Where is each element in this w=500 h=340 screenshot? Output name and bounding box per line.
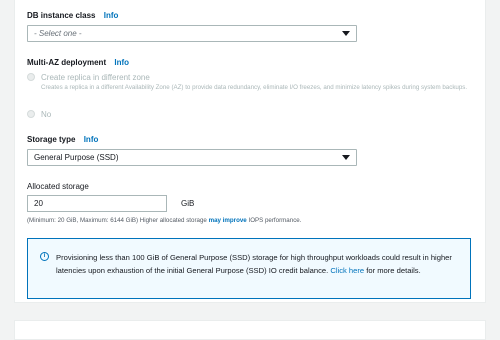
multi-az-label: Multi-AZ deployment	[27, 58, 107, 67]
radio-no-label: No	[41, 110, 52, 119]
allocated-storage-input[interactable]: 20	[27, 195, 167, 212]
db-instance-class-select-value: - Select one -	[34, 29, 82, 38]
allocated-storage-label: Allocated storage	[27, 182, 89, 191]
db-instance-class-select[interactable]: - Select one -	[27, 25, 357, 42]
alert-text-end: for more details.	[364, 266, 421, 275]
multi-az-label-row: Multi-AZ deployment Info	[27, 58, 129, 67]
multi-az-info-link[interactable]: Info	[114, 58, 129, 67]
storage-type-select-value: General Purpose (SSD)	[34, 153, 119, 162]
storage-info-alert: i Provisioning less than 100 GiB of Gene…	[27, 238, 471, 299]
alert-click-here-link[interactable]: Click here	[330, 266, 364, 275]
next-section-panel	[14, 320, 486, 340]
db-instance-class-label: DB instance class	[27, 11, 96, 20]
allocated-storage-hint-suffix: IOPS performance.	[246, 217, 302, 224]
storage-type-label: Storage type	[27, 135, 76, 144]
allocated-storage-hint: (Minimum: 20 GiB, Maximum: 6144 GiB) Hig…	[27, 217, 301, 224]
radio-replica[interactable]	[27, 73, 35, 81]
allocated-storage-label-row: Allocated storage	[27, 182, 89, 191]
radio-no[interactable]	[27, 110, 35, 118]
info-circle-icon: i	[40, 252, 49, 261]
db-instance-class-info-link[interactable]: Info	[104, 11, 119, 20]
radio-replica-description: Creates a replica in a different Availab…	[41, 84, 468, 91]
chevron-down-icon	[342, 31, 350, 36]
db-instance-class-label-row: DB instance class Info	[27, 11, 118, 20]
allocated-storage-hint-prefix: (Minimum: 20 GiB, Maximum: 6144 GiB) Hig…	[27, 217, 209, 224]
allocated-storage-value: 20	[34, 199, 43, 208]
settings-panel: DB instance class Info - Select one - Mu…	[14, 0, 486, 303]
radio-replica-label: Create replica in different zone	[41, 73, 150, 82]
storage-info-alert-text: Provisioning less than 100 GiB of Genera…	[56, 251, 466, 277]
allocated-storage-unit: GiB	[181, 199, 195, 208]
allocated-storage-hint-link[interactable]: may improve	[209, 217, 247, 224]
storage-type-label-row: Storage type Info	[27, 135, 98, 144]
storage-type-select[interactable]: General Purpose (SSD)	[27, 149, 357, 166]
storage-type-info-link[interactable]: Info	[84, 135, 99, 144]
chevron-down-icon	[342, 155, 350, 160]
